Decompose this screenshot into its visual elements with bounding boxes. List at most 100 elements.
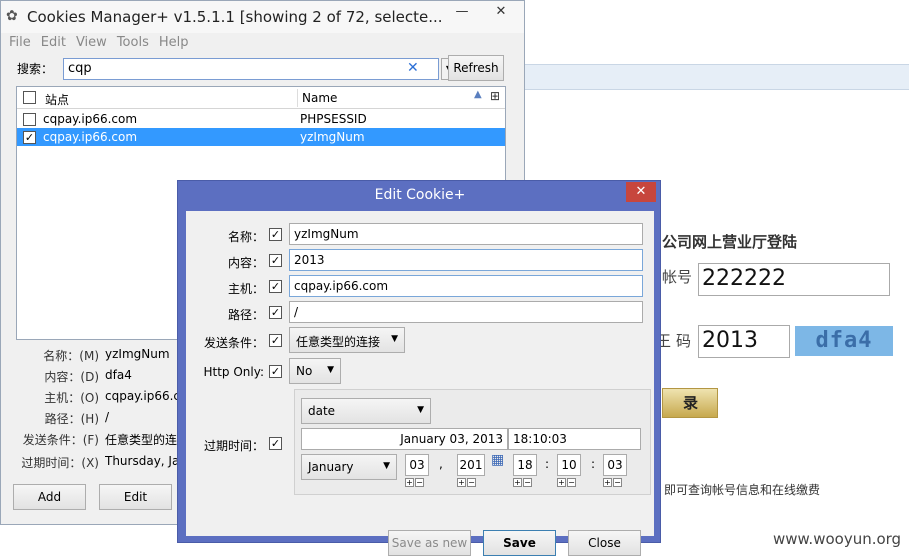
add-button[interactable]: Add	[13, 484, 86, 510]
path-input[interactable]: /	[289, 301, 643, 323]
dialog-title: Edit Cookie+	[374, 187, 466, 203]
menu-file[interactable]: File	[9, 35, 31, 53]
name-input[interactable]: yzImgNum	[289, 223, 643, 245]
cookie-list-header: 站点 Name ▲ ⊞	[17, 87, 505, 109]
expiry-time-input[interactable]: 18:10:03	[508, 428, 641, 450]
cm-titlebar[interactable]: ✿ Cookies Manager+ v1.5.1.1 [showing 2 o…	[1, 1, 524, 33]
code-label: 码	[676, 332, 692, 350]
captcha-input[interactable]: 2013	[698, 325, 790, 358]
content-input[interactable]: 2013	[289, 249, 643, 271]
minute-spin-buttons[interactable]: + −	[557, 478, 577, 487]
http-only-label: Http Only:	[203, 365, 264, 379]
expiry-date-input[interactable]: January 03, 2013	[301, 428, 508, 450]
expires-checkbox[interactable]: ✓	[269, 437, 282, 450]
content-checkbox[interactable]: ✓	[269, 254, 282, 267]
menu-edit[interactable]: Edit	[41, 35, 66, 53]
host-checkbox[interactable]: ✓	[269, 280, 282, 293]
name-label: 名称：	[227, 230, 264, 244]
dialog-close-icon[interactable]: ✕	[626, 182, 656, 202]
detail-label: 路径：(H)	[44, 412, 99, 426]
year-value[interactable]: 201	[457, 454, 485, 476]
year-spin-buttons[interactable]: + −	[457, 478, 477, 487]
search-label: 搜索：	[17, 62, 54, 76]
path-label: 路径：	[227, 308, 264, 322]
year-spinner[interactable]: 201 + −	[457, 454, 487, 490]
menu-view[interactable]: View	[76, 35, 107, 53]
detail-label: 主机：(O)	[44, 391, 99, 405]
edit-button[interactable]: Edit	[99, 484, 172, 510]
row-checkbox[interactable]	[23, 113, 36, 126]
save-as-new-button[interactable]: Save as new	[388, 530, 471, 556]
clear-search-icon[interactable]: ✕	[407, 60, 419, 76]
day-spin-buttons[interactable]: + −	[405, 478, 425, 487]
cookie-details-panel: 名称：(M) yzImgNum 内容：(D) dfa4 主机：(O) cqpay…	[17, 345, 191, 473]
page-header-bar	[520, 64, 909, 90]
row-name: PHPSESSID	[300, 112, 367, 126]
detail-path: 路径：(H) /	[17, 408, 191, 428]
cookie-row-selected[interactable]: ✓ cqpay.ip66.com yzImgNum	[17, 128, 505, 146]
column-site[interactable]: 站点	[45, 91, 69, 108]
second-spinner[interactable]: 03 + −	[603, 454, 633, 490]
captcha-image[interactable]: dfa4	[795, 326, 893, 356]
row-checkbox-checked[interactable]: ✓	[23, 131, 36, 144]
detail-content: 内容：(D) dfa4	[17, 366, 191, 386]
second-value[interactable]: 03	[603, 454, 627, 476]
detail-send-for: 发送条件：(F) 任意类型的连接	[17, 429, 191, 449]
time-separator: :	[545, 457, 550, 471]
save-button[interactable]: Save	[483, 530, 556, 556]
hour-spinner[interactable]: 18 + −	[513, 454, 543, 490]
detail-label: 名称：(M)	[43, 349, 99, 363]
date-separator: ,	[439, 457, 443, 471]
expiry-type-value: date	[308, 404, 336, 418]
portal-title: 公司网上营业厅登陆	[662, 233, 798, 251]
detail-host: 主机：(O) cqpay.ip66.com	[17, 387, 191, 407]
dialog-body: 名称： ✓ yzImgNum 内容： ✓ 2013 主机： ✓ cqpay.ip…	[186, 211, 654, 556]
search-input[interactable]: cqp	[63, 58, 439, 80]
path-checkbox[interactable]: ✓	[269, 306, 282, 319]
detail-label: 发送条件：(F)	[22, 433, 99, 447]
minute-value[interactable]: 10	[557, 454, 581, 476]
http-only-checkbox[interactable]: ✓	[269, 365, 282, 378]
http-only-value: No	[296, 364, 313, 378]
column-divider[interactable]	[297, 89, 298, 107]
name-checkbox[interactable]: ✓	[269, 228, 282, 241]
hour-value[interactable]: 18	[513, 454, 537, 476]
menu-tools[interactable]: Tools	[117, 35, 149, 53]
month-select[interactable]: January ▼	[301, 454, 397, 480]
day-spinner[interactable]: 03 + −	[405, 454, 435, 490]
cookie-row[interactable]: cqpay.ip66.com PHPSESSID	[17, 110, 505, 128]
menu-help[interactable]: Help	[159, 35, 189, 53]
row-site: cqpay.ip66.com	[43, 112, 138, 126]
select-all-checkbox[interactable]	[23, 91, 36, 104]
close-window-button[interactable]: ✕	[479, 3, 523, 23]
column-picker-icon[interactable]: ⊞	[490, 89, 500, 103]
expiry-type-select[interactable]: date ▼	[301, 398, 431, 424]
calendar-icon[interactable]: ▦	[491, 452, 504, 468]
second-spin-buttons[interactable]: + −	[603, 478, 623, 487]
search-row: 搜索： cqp ✕ ▼	[17, 57, 507, 80]
day-value[interactable]: 03	[405, 454, 429, 476]
send-for-checkbox[interactable]: ✓	[269, 334, 282, 347]
row-name: yzImgNum	[300, 130, 365, 144]
cookie-app-icon: ✿	[6, 8, 18, 24]
send-for-select[interactable]: 任意类型的连接 ▼	[289, 327, 405, 353]
account-input[interactable]: 222222	[698, 263, 890, 296]
detail-label: 内容：(D)	[44, 370, 99, 384]
expires-label: 过期时间：	[203, 439, 264, 453]
send-for-value: 任意类型的连接	[296, 335, 381, 349]
send-for-label: 发送条件：	[203, 336, 264, 350]
edit-cookie-dialog: Edit Cookie+ ✕ 名称： ✓ yzImgNum 内容： ✓ 2013…	[177, 180, 661, 556]
minute-spinner[interactable]: 10 + −	[557, 454, 587, 490]
http-only-select[interactable]: No ▼	[289, 358, 341, 384]
close-button[interactable]: Close	[568, 530, 641, 556]
login-button[interactable]: 录	[662, 388, 718, 418]
hour-spin-buttons[interactable]: + −	[513, 478, 533, 487]
column-name[interactable]: Name	[302, 91, 337, 105]
minimize-button[interactable]: —	[449, 3, 475, 23]
refresh-button[interactable]: Refresh	[448, 55, 504, 81]
menu-bar: File Edit View Tools Help	[9, 35, 188, 53]
chevron-down-icon: ▼	[327, 365, 334, 375]
host-input[interactable]: cqpay.ip66.com	[289, 275, 643, 297]
sort-ascending-icon: ▲	[474, 89, 482, 100]
chevron-down-icon: ▼	[391, 334, 398, 344]
